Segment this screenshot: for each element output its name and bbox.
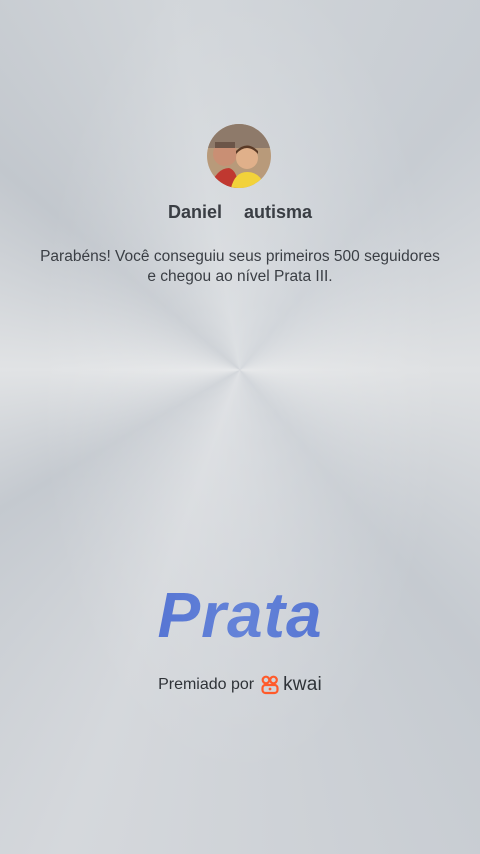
kwai-logo-icon (261, 675, 279, 695)
profile-first-name: Daniel (167, 202, 222, 222)
profile-name: Daniel autisma (0, 202, 480, 223)
kwai-brand-name: kwai (283, 674, 322, 695)
kwai-brand: kwai (260, 674, 322, 696)
achievement-message: Parabéns! Você conseguiu seus primeiros … (40, 248, 440, 285)
avatar[interactable] (207, 124, 271, 188)
profile-last-name: autisma (244, 202, 313, 222)
awarded-by-label: Premiado por (158, 676, 255, 693)
avatar-photo (207, 124, 271, 188)
awarded-by: Premiado por kwai (0, 674, 480, 696)
level-title: Prata (0, 578, 480, 652)
